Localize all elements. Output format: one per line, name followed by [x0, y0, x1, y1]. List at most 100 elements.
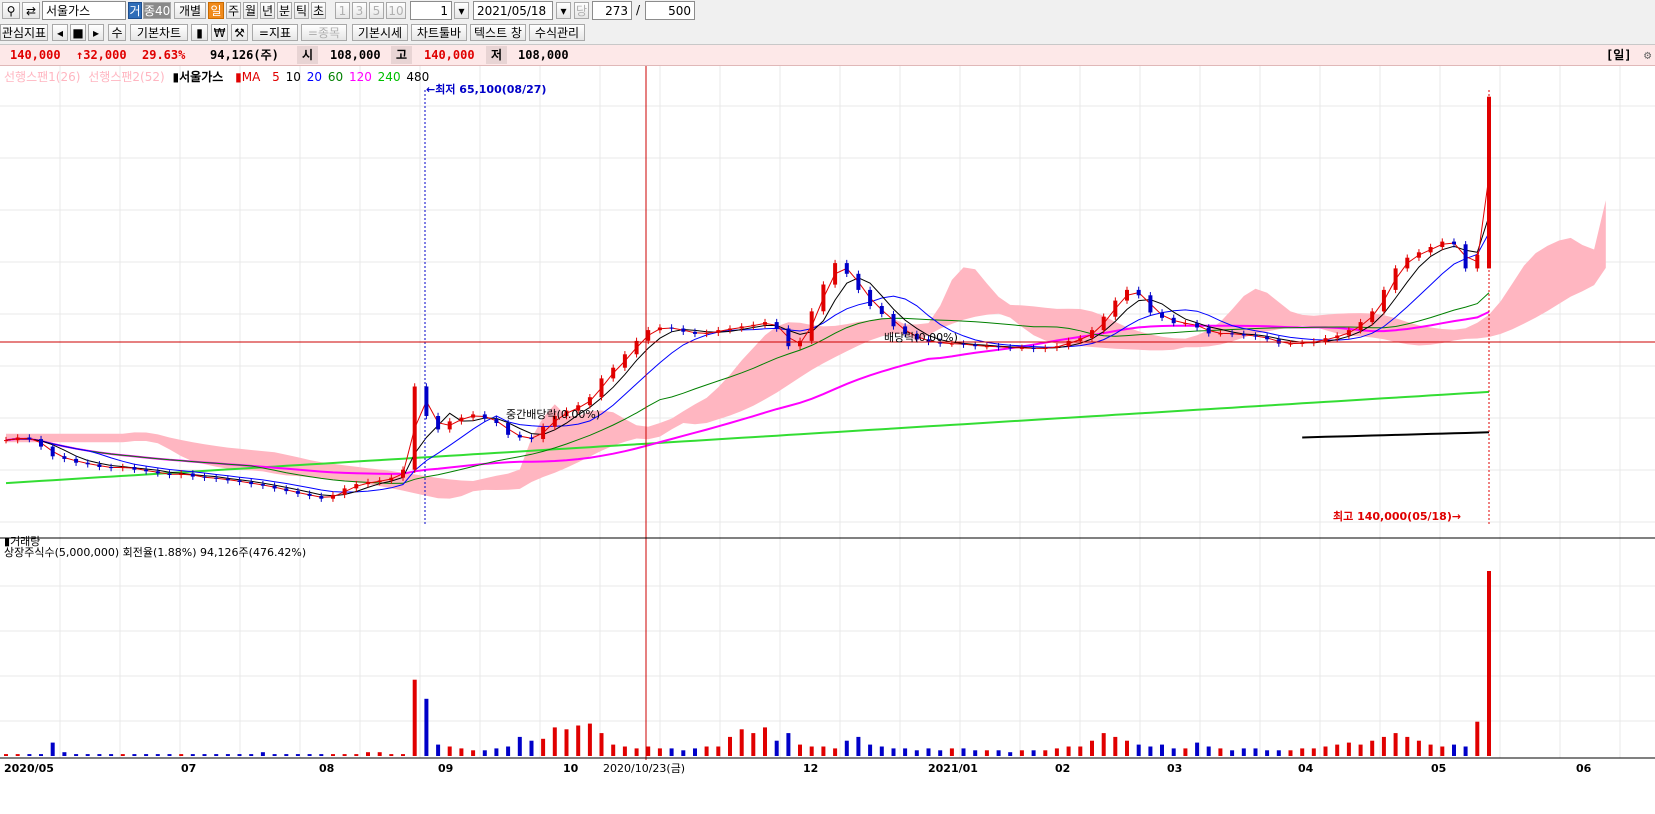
volume-bar [377, 752, 382, 756]
period-day-button[interactable]: 일 [208, 2, 224, 19]
chevron-down-icon[interactable]: ▾ [454, 2, 469, 19]
search-icon[interactable]: ⚲ [2, 2, 20, 19]
tab-count[interactable]: 종40 [143, 2, 171, 19]
chart-legend: 선행스팬1(26) 선행스팬2(52) ▮서울가스 ▮MA 5 10 20 60… [4, 68, 433, 85]
volume-bar [576, 725, 581, 756]
won-icon[interactable]: ₩ [211, 24, 228, 41]
candle-body [809, 311, 814, 341]
scroll-right-icon[interactable]: ▸ [88, 24, 104, 41]
period-week-button[interactable]: 주 [226, 2, 241, 19]
interval-10-button[interactable]: 10 [386, 2, 406, 19]
settings-icon[interactable]: ⚙ [1644, 45, 1651, 65]
volume-bar [459, 748, 464, 756]
formula-manager-button[interactable]: 수식관리 [529, 24, 585, 41]
candle-body [1241, 333, 1246, 336]
stock-compare-button[interactable]: =종목 [301, 24, 347, 41]
interval-1-button[interactable]: 1 [335, 2, 350, 19]
chart-toolbar-button[interactable]: 차트툴바 [411, 24, 467, 41]
volume-bar [1311, 748, 1316, 756]
volume-bar [39, 754, 43, 756]
volume-bar [529, 740, 534, 756]
high-annotation: 최고 140,000(05/18)→ [1333, 509, 1461, 523]
chart-type-icon[interactable]: ▮ [191, 24, 208, 41]
candle-body [1171, 317, 1176, 324]
candle-body [693, 331, 697, 334]
low-price: 108,000 [518, 48, 569, 62]
volume-bar [50, 742, 55, 756]
volume-bar [914, 750, 919, 756]
volume-bar [190, 754, 195, 756]
xaxis-label: 08 [319, 762, 334, 775]
volume-bar [4, 754, 8, 756]
period-month-button[interactable]: 월 [243, 2, 258, 19]
period-minute-button[interactable]: 분 [277, 2, 292, 19]
calendar-dropdown-icon[interactable]: ▾ [556, 2, 571, 19]
basic-quote-button[interactable]: 기본시세 [352, 24, 408, 41]
period-individual-button[interactable]: 개별 [174, 2, 206, 19]
candle-body [319, 496, 324, 499]
candle-body [1218, 333, 1223, 335]
total-input[interactable]: 500 [645, 1, 695, 20]
low-annotation: ←최저 65,100(08/27) [426, 82, 546, 96]
candle-body [1358, 322, 1363, 331]
period-second-button[interactable]: 초 [311, 2, 326, 19]
candle-body [634, 340, 639, 355]
indicator-button[interactable]: =지표 [252, 24, 298, 41]
interval-5-button[interactable]: 5 [369, 2, 384, 19]
stop-icon[interactable]: ■ [70, 24, 86, 41]
volume-bar [891, 748, 896, 756]
text-window-button[interactable]: 텍스트 창 [470, 24, 526, 41]
indicator-favorites-button[interactable]: 관심지표 [0, 24, 48, 41]
volume-bar [1463, 746, 1468, 756]
dang-button[interactable]: 당 [574, 2, 589, 19]
candle-body [821, 284, 826, 312]
period-year-button[interactable]: 년 [260, 2, 275, 19]
volume-bar [833, 748, 838, 756]
candle-body [529, 437, 534, 440]
swap-icon[interactable]: ⇄ [22, 2, 40, 19]
volume-bar [389, 754, 394, 756]
volume-bar [1206, 746, 1211, 756]
volume-bar [401, 754, 405, 756]
interval-3-button[interactable]: 3 [352, 2, 367, 19]
candle-body [517, 434, 522, 438]
volume-bar [1043, 750, 1048, 756]
candle-body [1346, 330, 1351, 336]
candle-body [1276, 339, 1281, 344]
date-input[interactable]: 2021/05/18 [473, 1, 553, 20]
xaxis-label: 2020/05 [4, 762, 54, 775]
su-button[interactable]: 수 [108, 24, 126, 41]
stock-name-input[interactable]: 서울가스 [42, 1, 126, 20]
volume-bar [1066, 746, 1071, 756]
volume-bar [961, 748, 966, 756]
volume-bar [109, 754, 114, 756]
candle-body [1008, 347, 1013, 349]
basic-chart-button[interactable]: 기본차트 [130, 24, 188, 41]
interval-spin-input[interactable]: 1 [410, 1, 452, 20]
volume-bar [844, 740, 849, 756]
period-tick-button[interactable]: 틱 [294, 2, 309, 19]
candle-body [1452, 241, 1456, 245]
ma480-legend: 480 [406, 70, 430, 84]
candle-body [646, 330, 651, 341]
volume-bar [1452, 744, 1456, 756]
scroll-left-icon[interactable]: ◂ [52, 24, 68, 41]
count-input[interactable]: 273 [592, 1, 632, 20]
volume-bar [1358, 744, 1363, 756]
price-chart[interactable]: ←최저 65,100(08/27) 최고 140,000(05/18)→ 중간배… [0, 66, 1655, 814]
volume-bar [62, 752, 67, 756]
ma20-legend: 20 [306, 70, 322, 84]
candle-body [342, 488, 347, 495]
volume-bar [669, 748, 674, 756]
volume-bar [15, 754, 20, 756]
tab-volume[interactable]: 거 [128, 2, 142, 19]
candle-body [1148, 295, 1153, 313]
wrench-icon[interactable]: ⚒ [231, 24, 248, 41]
volume-bar [704, 746, 709, 756]
candle-body [1300, 343, 1305, 344]
candle-body [1101, 316, 1106, 331]
candle-body [763, 322, 767, 325]
ma-legend-label: MA [241, 70, 261, 84]
candle-body [1475, 255, 1480, 269]
volume-bar [319, 754, 324, 756]
